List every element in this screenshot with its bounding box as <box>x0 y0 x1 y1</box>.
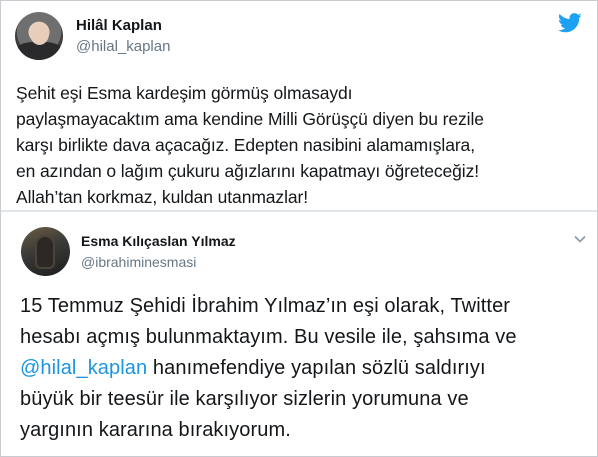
author-name[interactable]: Hilâl Kaplan <box>76 17 162 34</box>
tweet-text-line: paylaşmayacaktım ama kendine Milli Görüş… <box>16 109 484 129</box>
tweet-text-line: @hilal_kaplan hanımefendiye yapılan sözl… <box>20 353 590 384</box>
tweet-text-line: Allah’tan korkmaz, kuldan utanmazlar! <box>16 187 308 207</box>
twitter-bird-icon[interactable] <box>558 13 582 33</box>
avatar[interactable] <box>15 12 63 60</box>
tweet-text: Şehit eşi Esma kardeşim görmüş olmasaydı… <box>16 80 591 210</box>
tweet-text-line: büyük bir teesür ile karşılıyor sizlerin… <box>20 388 469 410</box>
chevron-down-icon[interactable] <box>573 232 587 246</box>
tweet-text-line: Şehit eşi Esma kardeşim görmüş olmasaydı <box>16 83 353 103</box>
tweet-text-segment: hanımefendiye yapılan sözlü saldırıyı <box>147 357 486 379</box>
tweet-text-line: yargının kararına bırakıyorum. <box>20 419 291 441</box>
author-name[interactable]: Esma Kılıçaslan Yılmaz <box>81 233 236 249</box>
tweet-text-line: 15 Temmuz Şehidi İbrahim Yılmaz’ın eşi o… <box>20 295 511 317</box>
tweet-text-line: hesabı açmış bulunmaktayım. Bu vesile il… <box>20 326 517 348</box>
author-handle[interactable]: @hilal_kaplan <box>76 38 170 55</box>
tweet-text-line: en azından o lağım çukuru ağızlarını kap… <box>16 161 479 181</box>
avatar-figure <box>37 237 53 267</box>
author-handle[interactable]: @ibrahiminesmasi <box>81 254 196 270</box>
avatar-face <box>30 23 49 45</box>
tweet-text-line: karşı birlikte dava açacağız. Edepten na… <box>16 135 475 155</box>
tweet-card-hilal-kaplan[interactable]: Hilâl Kaplan @hilal_kaplan Şehit eşi Esm… <box>1 1 597 209</box>
mention-link[interactable]: @hilal_kaplan <box>20 357 147 379</box>
tweet-card-esma-kilicaslan[interactable]: Esma Kılıçaslan Yılmaz @ibrahiminesmasi … <box>1 212 597 456</box>
avatar[interactable] <box>21 227 70 276</box>
tweet-text: 15 Temmuz Şehidi İbrahim Yılmaz’ın eşi o… <box>20 291 590 446</box>
